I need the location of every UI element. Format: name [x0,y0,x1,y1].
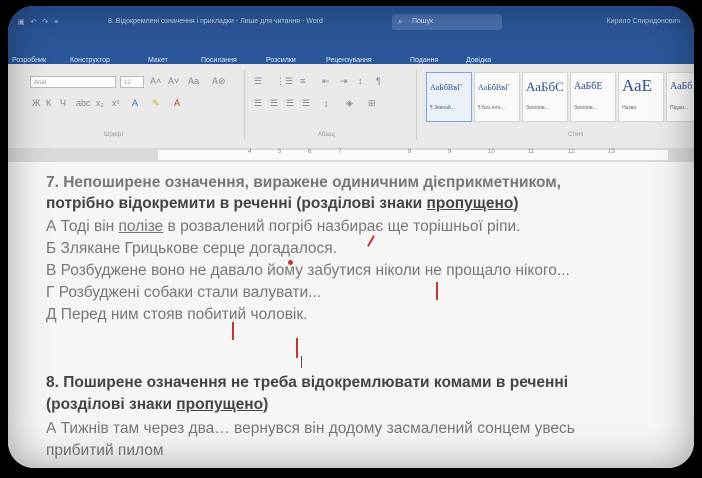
grow-font-icon[interactable]: A˄ [150,76,161,86]
option-8a: А Тижнів там через два… вернувся він дод… [46,420,575,437]
user-name[interactable]: Кирило Спиридонович [607,18,680,25]
tab-help[interactable]: Довідка [466,57,491,64]
align-left-icon[interactable]: ☰ [254,98,262,109]
tab-view[interactable]: Подання [410,57,438,64]
multilevel-list-icon[interactable]: ≡ [300,76,305,86]
question-8-title-line1: 8. Поширене означення не треба відокремл… [46,374,569,391]
tab-references[interactable]: Посилання [201,57,237,64]
ruler-tick: 9 [448,149,452,155]
numbering-icon[interactable]: ⋮☰ [276,76,293,87]
option-7a: А Тоді він полізе в розвалений погріб на… [46,218,521,235]
quick-access-toolbar[interactable]: ▣ ↶ ↷ ≡ [18,18,60,26]
underline-icon[interactable]: Ч [60,98,66,108]
option-7b: Б Злякане Грицькове серце догадалося. [46,240,337,257]
pen-mark [288,260,293,265]
shrink-font-icon[interactable]: A˅ [168,76,179,86]
ribbon-tabs: Розробник Конструктор Макет Посилання Ро… [8,40,694,64]
ruler-tick: 10 [488,149,495,155]
ruler-scale [158,150,668,160]
line-spacing-icon[interactable]: ↨ [324,98,329,108]
tab-developer[interactable]: Розробник [12,57,46,64]
align-center-icon[interactable]: ☰ [270,98,278,109]
group-styles-label: Стилі [568,132,584,138]
ruler-tick: 4 [248,149,252,155]
pen-mark [232,322,234,340]
text-effects-icon[interactable]: A [132,98,138,108]
question-7-title-line2: потрібно відокремити в реченні (розділов… [46,195,519,212]
sort-icon[interactable]: ↕ [358,76,363,86]
decrease-indent-icon[interactable]: ⇤ [322,76,330,87]
subscript-icon[interactable]: x₂ [96,98,104,108]
word-window: ▣ ↶ ↷ ≡ 8. Відокремлені означення і прик… [8,6,694,468]
ruler-tick: 12 [568,149,575,155]
pen-mark [367,235,375,247]
font-name-box[interactable]: Arial [30,76,116,88]
style-subtitle[interactable]: АаБб Підзаг... [666,72,694,122]
style-normal[interactable]: АаБбВвГ ¶ Звичай... [426,72,472,122]
pen-mark [296,338,298,358]
font-color-icon[interactable]: A [174,98,180,108]
highlight-icon[interactable]: ✎ [152,98,160,109]
style-heading-1[interactable]: АаБбС Заголов... [522,72,568,122]
option-7d: Г Розбуджені собаки стали валувати... [46,284,322,301]
divider [416,70,417,140]
increase-indent-icon[interactable]: ⇥ [340,76,348,87]
tab-mailings[interactable]: Розсилки [266,57,296,64]
justify-icon[interactable]: ☰ [302,98,310,109]
window-title: 8. Відокремлені означення і прикладки - … [108,18,323,25]
title-bar: ▣ ↶ ↷ ≡ 8. Відокремлені означення і прик… [8,6,694,40]
ruler-tick: 11 [528,149,535,155]
document-page[interactable]: 7. Непоширене означення, виражене одинич… [8,162,694,468]
ribbon: Arial 12 A˄ A˅ Aa A⊘ Ж К Ч abc x₂ x² A ✎… [8,64,694,149]
ruler-tick: 6 [308,149,312,155]
style-no-spacing[interactable]: АаБбВвГ ¶ Без інте... [474,72,520,122]
font-size-box[interactable]: 12 [120,76,144,88]
search-box[interactable]: ⌕ Пошук [392,14,502,30]
ruler-tick: 7 [338,149,342,155]
bold-icon[interactable]: Ж [32,98,40,108]
ruler-tick: 5 [278,149,282,155]
change-case-icon[interactable]: Aa [188,76,199,86]
search-placeholder: Пошук [412,18,434,25]
tab-layout[interactable]: Макет [148,57,168,64]
pen-mark [436,282,438,300]
style-heading-2[interactable]: АаБбЕ Заголов... [570,72,616,122]
ruler-tick: 13 [608,149,615,155]
question-8-title-line2: (розділові знаки пропущено) [46,396,269,413]
horizontal-ruler[interactable]: 4 5 6 7 8 9 10 11 12 13 [8,148,694,162]
clear-format-icon[interactable]: A⊘ [212,76,226,87]
tab-review[interactable]: Рецензування [326,57,372,64]
tab-design[interactable]: Конструктор [70,57,110,64]
bullets-icon[interactable]: ☰ [254,76,262,87]
group-font-label: Шрифт [104,132,124,138]
divider [244,70,245,140]
style-title[interactable]: АаЕ Назва [618,72,664,122]
search-icon: ⌕ [398,17,403,26]
borders-icon[interactable]: ⊞ [368,98,376,109]
option-8a-continued: прибитий пилом [46,442,164,459]
option-7c: В Розбуджене воно не давало йому забутис… [46,262,570,279]
show-marks-icon[interactable]: ¶ [376,76,381,86]
strikethrough-icon[interactable]: abc [76,98,91,108]
question-7-title-line1: 7. Непоширене означення, виражене одинич… [46,174,562,191]
option-7e: Д Перед ним стояв побитий чоловік. [46,306,308,323]
mouse-cursor [301,356,302,368]
shading-icon[interactable]: ◈ [346,98,353,109]
superscript-icon[interactable]: x² [112,98,120,108]
italic-icon[interactable]: К [46,98,51,108]
align-right-icon[interactable]: ☰ [286,98,294,109]
ruler-tick: 8 [408,149,412,155]
group-paragraph-label: Абзац [318,132,335,138]
